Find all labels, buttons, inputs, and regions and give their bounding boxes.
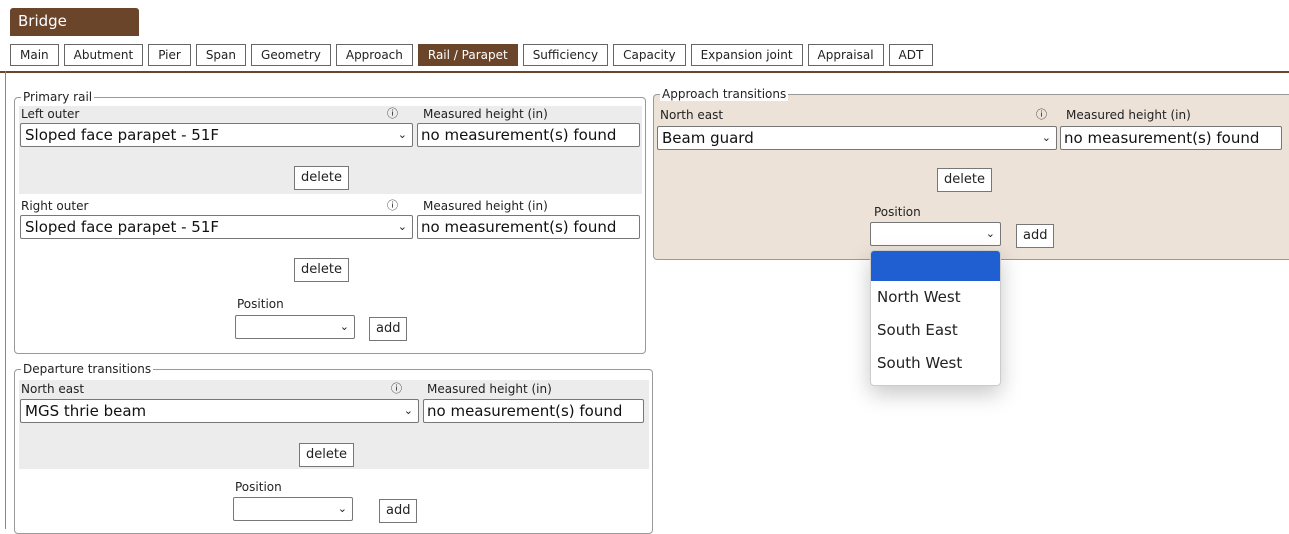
add-button[interactable]: add [369,317,408,341]
departure-transitions-fieldset: Departure transitions North east ⓘ Measu… [14,362,653,534]
left-outer-label: Left outer [21,107,80,121]
chevron-down-icon: ⌄ [337,502,347,515]
tab-span[interactable]: Span [195,44,247,66]
tab-capacity[interactable]: Capacity [613,44,686,66]
measured-height-label: Measured height (in) [427,382,552,396]
right-outer-value: Sloped face parapet - 51F [25,218,219,236]
info-icon[interactable]: ⓘ [387,199,398,213]
primary-rail-legend: Primary rail [21,90,95,104]
north-east-measured-field[interactable]: no measurement(s) found [1060,126,1282,150]
tab-bar: Main Abutment Pier Span Geometry Approac… [10,44,934,66]
left-measured-field[interactable]: no measurement(s) found [417,123,640,147]
north-east-value: MGS thrie beam [25,402,147,420]
chevron-down-icon: ⌄ [985,227,995,240]
right-outer-label: Right outer [21,199,89,213]
north-east-value: Beam guard [662,129,754,147]
north-east-measured-field[interactable]: no measurement(s) found [423,399,644,423]
position-label: Position [874,205,921,219]
approach-transitions-fieldset: Approach transitions North east ⓘ Measur… [653,87,1289,260]
primary-rail-fieldset: Primary rail Left outer ⓘ Measured heigh… [14,90,646,354]
app-title: Bridge [10,8,139,36]
right-measured-field[interactable]: no measurement(s) found [417,215,640,239]
north-east-label: North east [660,108,724,122]
dropdown-option-blank[interactable] [871,251,1000,281]
position-select[interactable]: ⌄ [235,315,355,339]
delete-button[interactable]: delete [299,443,354,467]
add-button[interactable]: add [1016,224,1055,248]
chevron-down-icon: ⌄ [1041,131,1051,144]
north-east-select[interactable]: Beam guard ⌄ [657,126,1057,150]
tab-rail-parapet[interactable]: Rail / Parapet [417,44,518,66]
north-east-select[interactable]: MGS thrie beam ⌄ [20,399,419,423]
delete-button[interactable]: delete [294,258,349,282]
tab-appraisal[interactable]: Appraisal [807,44,884,66]
north-east-measured-value: no measurement(s) found [1064,129,1260,147]
chevron-down-icon: ⌄ [397,220,407,233]
measured-height-label: Measured height (in) [423,107,548,121]
left-outer-value: Sloped face parapet - 51F [25,126,219,144]
position-select[interactable]: ⌄ [233,497,353,521]
north-east-measured-value: no measurement(s) found [427,402,623,420]
left-outer-select[interactable]: Sloped face parapet - 51F ⌄ [20,123,413,147]
left-measured-value: no measurement(s) found [421,126,617,144]
approach-transitions-legend: Approach transitions [660,87,789,101]
info-icon[interactable]: ⓘ [387,107,398,121]
position-dropdown-list: North West South East South West [870,250,1001,386]
delete-button[interactable]: delete [937,168,992,192]
tab-approach[interactable]: Approach [335,44,413,66]
tab-geometry[interactable]: Geometry [251,44,331,66]
north-east-label: North east [21,382,85,396]
tab-divider [0,71,1289,73]
left-outer-block: Left outer ⓘ Measured height (in) Sloped… [19,106,642,194]
tab-pier[interactable]: Pier [148,44,191,66]
dropdown-option-south-west[interactable]: South West [871,347,1000,380]
info-icon[interactable]: ⓘ [1036,108,1047,122]
info-icon[interactable]: ⓘ [391,382,402,396]
departure-transitions-legend: Departure transitions [21,362,154,376]
measured-height-label: Measured height (in) [423,199,548,213]
position-select[interactable]: ⌄ [870,222,1001,246]
dropdown-option-north-west[interactable]: North West [871,281,1000,314]
dropdown-option-south-east[interactable]: South East [871,314,1000,347]
position-label: Position [237,297,284,311]
chevron-down-icon: ⌄ [397,128,407,141]
position-label: Position [235,480,282,494]
tab-adt[interactable]: ADT [888,44,934,66]
tab-expansion-joint[interactable]: Expansion joint [690,44,803,66]
delete-button[interactable]: delete [294,166,349,190]
chevron-down-icon: ⌄ [403,404,413,417]
right-outer-select[interactable]: Sloped face parapet - 51F ⌄ [20,215,413,239]
tab-sufficiency[interactable]: Sufficiency [522,44,609,66]
add-button[interactable]: add [379,499,418,523]
chevron-down-icon: ⌄ [339,320,349,333]
content-left-border [5,71,6,529]
measured-height-label: Measured height (in) [1066,108,1191,122]
right-measured-value: no measurement(s) found [421,218,617,236]
tab-main[interactable]: Main [10,44,59,66]
tab-abutment[interactable]: Abutment [63,44,144,66]
north-east-block: North east ⓘ Measured height (in) MGS th… [19,380,649,469]
